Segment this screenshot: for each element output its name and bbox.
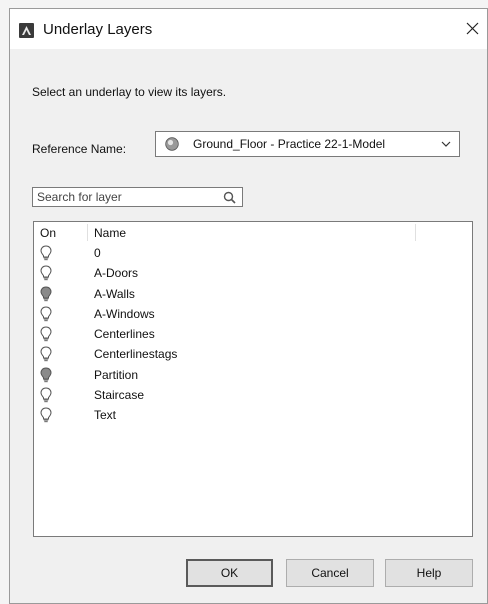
table-row[interactable]: Centerlines	[34, 324, 472, 344]
layer-name: 0	[94, 246, 101, 260]
layer-name: A-Walls	[94, 286, 135, 301]
reference-name-value: Ground_Floor - Practice 22-1-Model	[193, 137, 386, 151]
column-divider[interactable]	[87, 224, 88, 241]
layer-name: Text	[94, 408, 117, 423]
layer-name: A-Windows	[94, 306, 155, 321]
cancel-button[interactable]: Cancel	[286, 559, 374, 587]
layer-list[interactable]: On Name 0 A-Doors A-Walls A-Windows Centerli…	[33, 221, 473, 537]
autocad-app-icon	[19, 23, 34, 38]
table-row[interactable]: 0	[34, 243, 472, 263]
column-header-name[interactable]: Name	[94, 226, 126, 240]
ok-button[interactable]: OK	[186, 559, 273, 587]
table-row[interactable]: A-Doors	[34, 263, 472, 283]
chevron-down-icon	[441, 141, 451, 147]
title-bar: Underlay Layers	[10, 9, 487, 49]
lightbulb-on-icon[interactable]	[40, 387, 52, 403]
reference-name-label: Reference Name:	[32, 142, 127, 156]
table-row[interactable]: Staircase	[34, 385, 472, 405]
lightbulb-on-icon[interactable]	[40, 326, 52, 342]
layer-name: Staircase	[94, 388, 145, 403]
instruction-text: Select an underlay to view its layers.	[32, 85, 227, 99]
lightbulb-off-icon[interactable]	[40, 286, 52, 302]
layer-name: Centerlinestags	[94, 347, 178, 362]
layer-name: A-Doors	[94, 266, 139, 281]
lightbulb-on-icon[interactable]	[40, 245, 52, 261]
lightbulb-on-icon[interactable]	[40, 346, 52, 362]
column-divider[interactable]	[415, 224, 416, 241]
table-row[interactable]: A-Walls	[34, 284, 472, 304]
help-button[interactable]: Help	[385, 559, 473, 587]
close-icon	[466, 22, 478, 34]
reference-name-dropdown[interactable]: Ground_Floor - Practice 22-1-Model	[155, 131, 460, 157]
list-header: On Name	[34, 222, 472, 243]
lightbulb-off-icon[interactable]	[40, 367, 52, 383]
column-header-on[interactable]: On	[40, 226, 56, 240]
close-button[interactable]	[457, 13, 487, 43]
table-row[interactable]: A-Windows	[34, 304, 472, 324]
layer-name: Centerlines	[94, 327, 155, 342]
search-box[interactable]	[32, 187, 243, 207]
lightbulb-on-icon[interactable]	[40, 265, 52, 281]
lightbulb-on-icon[interactable]	[40, 306, 52, 322]
list-rows: 0 A-Doors A-Walls A-Windows Centerlines Cente…	[34, 243, 472, 426]
globe-icon	[165, 137, 179, 151]
dialog-title: Underlay Layers	[43, 21, 153, 38]
table-row[interactable]: Text	[34, 405, 472, 425]
search-icon[interactable]	[223, 191, 236, 204]
search-input[interactable]	[35, 189, 219, 205]
lightbulb-on-icon[interactable]	[40, 407, 52, 423]
table-row[interactable]: Partition	[34, 365, 472, 385]
underlay-layers-dialog: Underlay Layers Select an underlay to vi…	[9, 8, 488, 604]
table-row[interactable]: Centerlinestags	[34, 344, 472, 364]
layer-name: Partition	[94, 367, 139, 382]
